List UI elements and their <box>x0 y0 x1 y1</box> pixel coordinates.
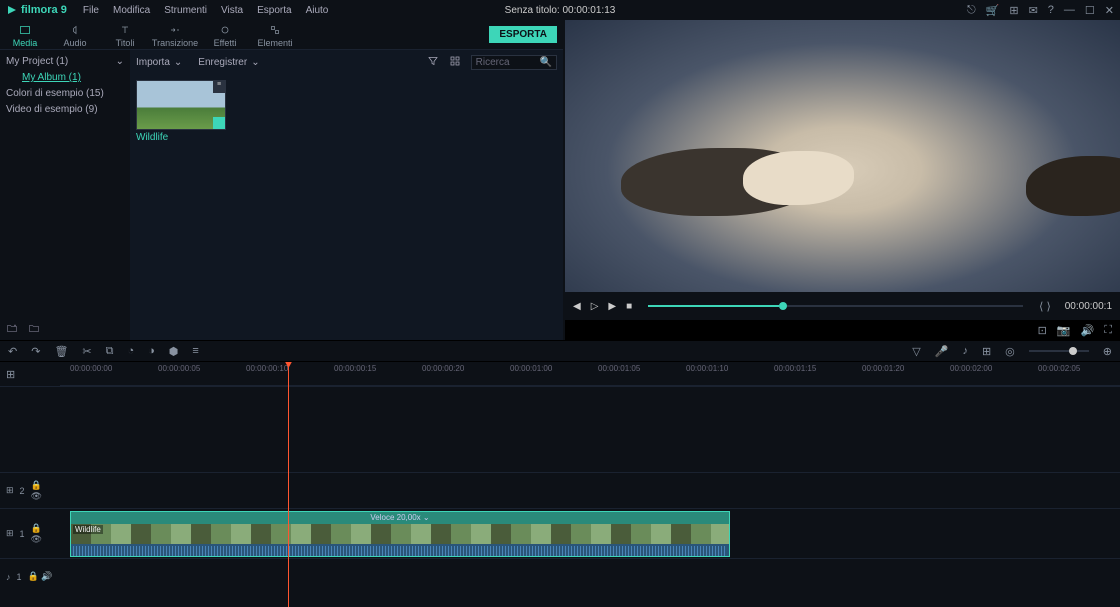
track-v1[interactable]: Veloce 20,00x ⌄ Wildlife <box>60 508 1120 558</box>
timeline-ruler[interactable]: 00:00:00:00 00:00:00:05 00:00:00:10 00:0… <box>60 362 1120 386</box>
chevron-down-icon: ⌄ <box>174 57 182 68</box>
clip-waveform <box>71 544 729 557</box>
tree-videos[interactable]: Video di esempio (9) <box>6 102 124 118</box>
track-head-a1[interactable]: ♪ 1 🔒 🔊 <box>0 558 60 594</box>
chevron-down-icon: ⌄ <box>116 54 124 70</box>
timeline-clip-wildlife[interactable]: Veloce 20,00x ⌄ Wildlife <box>70 511 730 557</box>
chevron-down-icon: ⌄ <box>251 57 259 68</box>
color-icon[interactable]: ◑ <box>148 345 155 357</box>
menu-edit[interactable]: Modifica <box>113 5 150 16</box>
split-icon[interactable]: ✂ <box>82 345 91 358</box>
clip-badge-icon: ≡ <box>213 81 225 93</box>
preview-scrubber[interactable] <box>648 305 1023 307</box>
menu-help[interactable]: Aiuto <box>306 5 329 16</box>
menu-tools[interactable]: Strumenti <box>164 5 207 16</box>
cart-icon[interactable]: 🛒 <box>986 4 1000 17</box>
play-button[interactable]: ▷ <box>591 301 599 312</box>
main-menu: File Modifica Strumenti Vista Esporta Ai… <box>83 5 329 16</box>
tree-album[interactable]: My Album (1) <box>6 70 124 86</box>
track-head-v1[interactable]: ⊞ 1 🔒 👁 <box>0 508 60 558</box>
playhead[interactable] <box>288 362 289 607</box>
volume-icon[interactable]: 🔊 <box>1081 324 1095 337</box>
adjust-icon[interactable]: ≡ <box>192 345 198 357</box>
tree-colors[interactable]: Colori di esempio (15) <box>6 86 124 102</box>
close-icon[interactable]: ✕ <box>1105 4 1114 17</box>
menu-view[interactable]: Vista <box>221 5 243 16</box>
menu-file[interactable]: File <box>83 5 99 16</box>
tree-project[interactable]: My Project (1)⌄ <box>6 54 124 70</box>
new-folder-icon[interactable] <box>6 322 18 337</box>
record-dropdown[interactable]: Enregistrer⌄ <box>198 57 259 68</box>
zoom-fit-icon[interactable]: ◎ <box>1005 345 1015 358</box>
expand-icon[interactable]: ⟨ ⟩ <box>1039 300 1051 313</box>
grid-icon[interactable] <box>449 55 461 70</box>
timeline-toolbar: ↶ ↷ 🗑 ✂ ⧉ ◔ ◑ ⬢ ≡ ▽ 🎤 ♪ ⊞ ◎ ⊕ <box>0 340 1120 362</box>
track-head-v2[interactable]: ⊞ 2 🔒 👁 <box>0 472 60 508</box>
filter-icon[interactable] <box>427 55 439 70</box>
clip-name: Wildlife <box>136 130 226 143</box>
menu-export[interactable]: Esporta <box>257 5 291 16</box>
user-icon[interactable]: ⎋ <box>967 4 976 17</box>
help-icon[interactable]: ? <box>1048 4 1054 16</box>
prev-frame-button[interactable]: ◀ <box>573 301 581 312</box>
stop-button[interactable]: ■ <box>626 301 632 312</box>
media-clip-wildlife[interactable]: ≡ Wildlife <box>136 80 226 143</box>
zoom-in-icon[interactable]: ⊕ <box>1103 345 1112 358</box>
play-forward-button[interactable]: ▶ <box>608 301 616 312</box>
import-dropdown[interactable]: Importa⌄ <box>136 57 182 68</box>
clip-label: Wildlife <box>73 525 103 534</box>
marker-icon[interactable]: ▽ <box>912 345 920 358</box>
delete-icon[interactable]: 🗑 <box>54 345 68 358</box>
tab-elements[interactable]: Elementi <box>250 22 300 48</box>
clip-thumbnail: ≡ <box>136 80 226 130</box>
folder-icon[interactable] <box>28 322 40 337</box>
tab-transition[interactable]: Transizione <box>150 22 200 48</box>
notify-icon[interactable]: ⊞ <box>1009 4 1018 17</box>
redo-icon[interactable]: ↷ <box>31 345 40 358</box>
project-tree: My Project (1)⌄ My Album (1) Colori di e… <box>0 50 130 318</box>
export-button[interactable]: ESPORTA <box>489 26 557 43</box>
tab-effects[interactable]: Effetti <box>200 22 250 48</box>
minimize-icon[interactable]: — <box>1064 4 1075 16</box>
display-icon[interactable]: ⊡ <box>1038 324 1047 337</box>
track-v2[interactable] <box>60 472 1120 508</box>
fullscreen-icon[interactable]: ⛶ <box>1104 324 1112 337</box>
tab-media[interactable]: Media <box>0 22 50 48</box>
preview-timecode: 00:00:00:1 <box>1065 301 1112 312</box>
preview-viewport[interactable] <box>565 20 1120 292</box>
render-icon[interactable]: ⊞ <box>982 345 991 358</box>
mixer-icon[interactable]: ♪ <box>962 345 968 357</box>
track-a1[interactable] <box>60 558 1120 594</box>
speed-icon[interactable]: ◔ <box>127 345 134 357</box>
app-logo: filmora 9 <box>6 4 67 16</box>
search-input[interactable]: Ricerca🔍 <box>471 55 557 70</box>
tab-audio[interactable]: Audio <box>50 22 100 48</box>
mail-icon[interactable]: ✉ <box>1029 4 1038 17</box>
maximize-icon[interactable]: ☐ <box>1085 4 1095 17</box>
track-spacer <box>60 386 1120 472</box>
snapshot-icon[interactable]: 📷 <box>1057 324 1071 337</box>
crop-icon[interactable]: ⧉ <box>106 345 114 358</box>
undo-icon[interactable]: ↶ <box>8 345 17 358</box>
document-title: Senza titolo: 00:00:01:13 <box>505 5 616 16</box>
tab-titles[interactable]: Titoli <box>100 22 150 48</box>
zoom-slider[interactable] <box>1029 350 1089 352</box>
clip-speed-label: Veloce 20,00x ⌄ <box>71 512 729 524</box>
track-manager-icon[interactable]: ⊞ <box>6 368 15 381</box>
mic-icon[interactable]: 🎤 <box>935 345 949 358</box>
green-screen-icon[interactable]: ⬢ <box>169 345 179 358</box>
search-icon: 🔍 <box>540 57 552 68</box>
